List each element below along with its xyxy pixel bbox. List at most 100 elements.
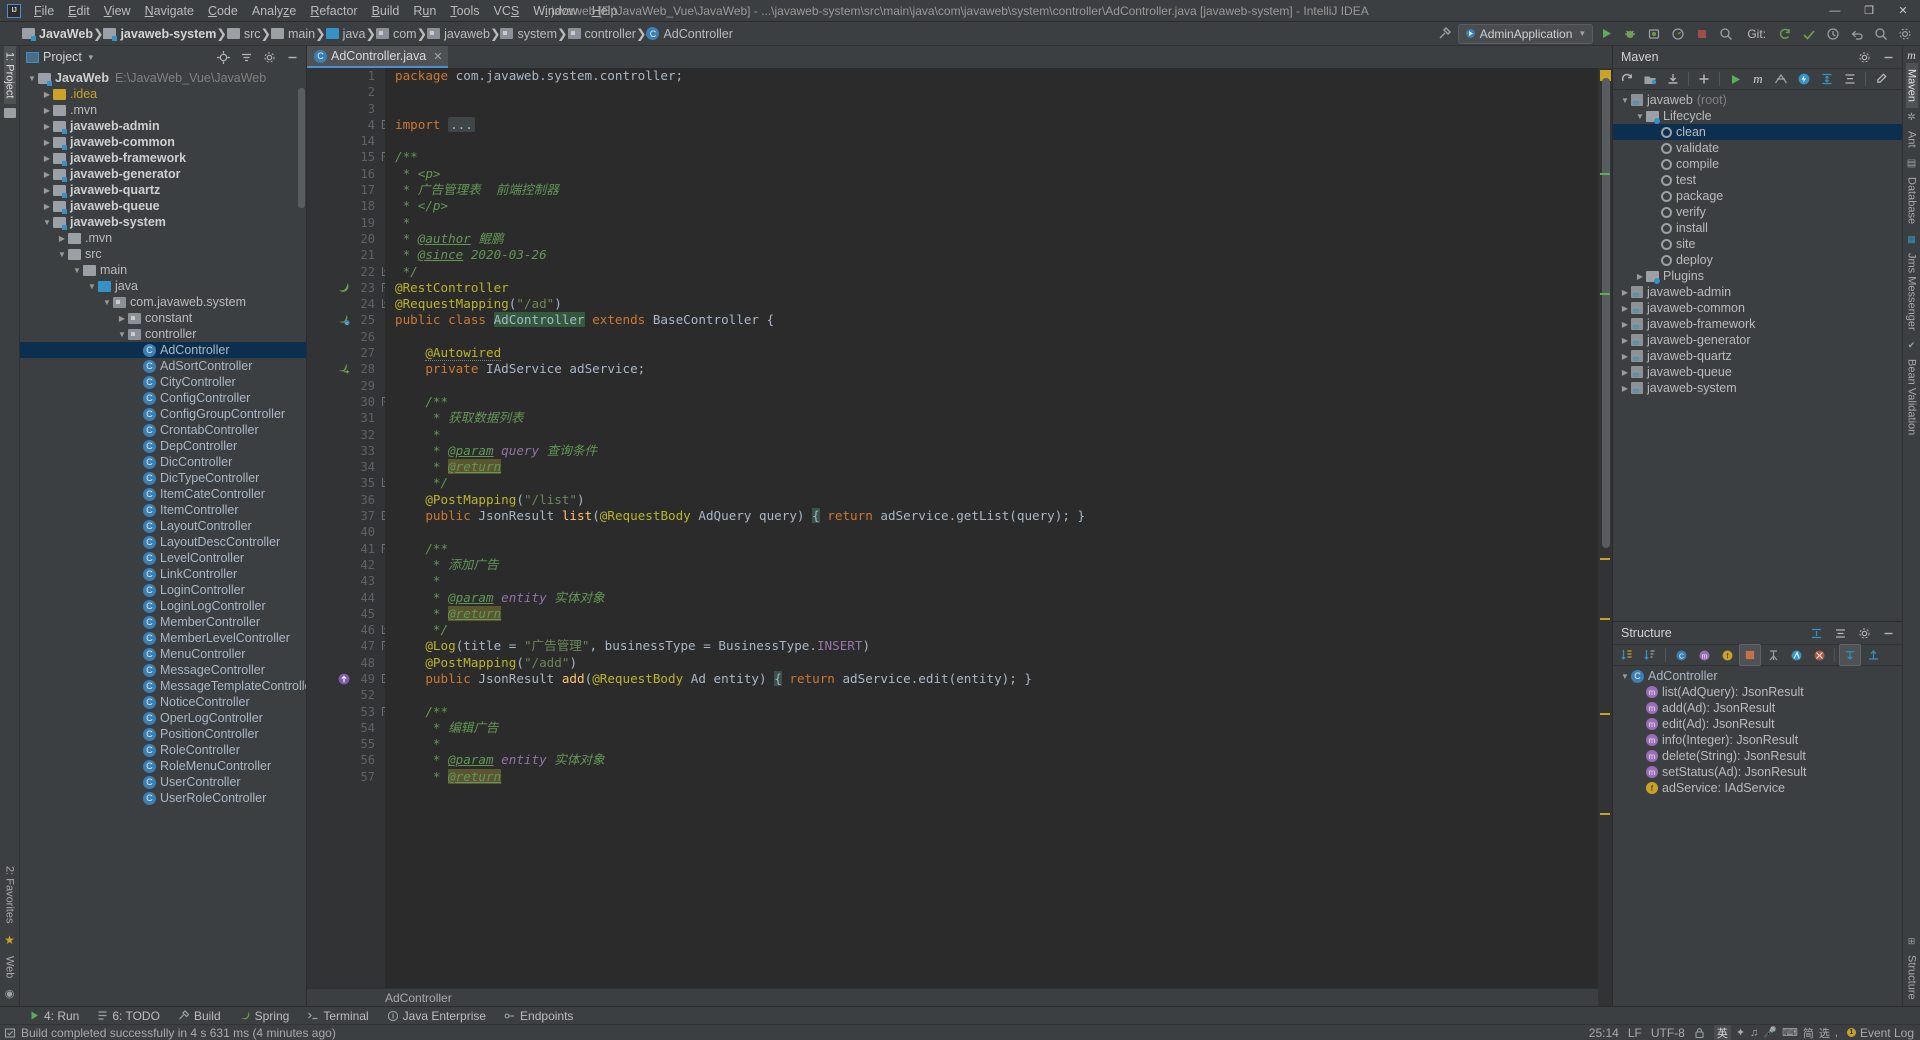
tree-node-LoginController[interactable]: C LoginController bbox=[20, 582, 306, 598]
tree-node-ItemController[interactable]: C ItemController bbox=[20, 502, 306, 518]
tree-node-MessageTemplateController[interactable]: C MessageTemplateController bbox=[20, 678, 306, 694]
structure-tree[interactable]: ▼ C AdController m list(AdQuery): JsonResult… bbox=[1613, 666, 1902, 1006]
tree-node-.mvn[interactable]: ▶ .mvn bbox=[20, 230, 306, 246]
settings-icon[interactable] bbox=[1853, 46, 1875, 68]
structure-node-edit[interactable]: m edit(Ad): JsonResult bbox=[1613, 716, 1902, 732]
tree-node-javaweb-common[interactable]: ▶ javaweb-common bbox=[20, 134, 306, 150]
chevron-right-icon[interactable]: ▶ bbox=[116, 314, 128, 323]
code-line[interactable]: * 获取数据列表 bbox=[395, 410, 1598, 426]
hide-icon[interactable] bbox=[281, 46, 303, 68]
tree-node-LinkController[interactable]: C LinkController bbox=[20, 566, 306, 582]
chevron-down-icon[interactable]: ▼ bbox=[87, 53, 95, 62]
line-number[interactable]: 37+ bbox=[307, 508, 391, 524]
line-number[interactable]: 30– bbox=[307, 394, 391, 410]
project-tree-scrollbar[interactable] bbox=[298, 88, 305, 208]
menu-help[interactable]: Help bbox=[585, 2, 625, 20]
code-line[interactable]: /** bbox=[395, 149, 1598, 165]
maven-node-Lifecycle[interactable]: ▼ Lifecycle bbox=[1613, 108, 1902, 124]
structure-node-info[interactable]: m info(Integer): JsonResult bbox=[1613, 732, 1902, 748]
search-icon[interactable] bbox=[1870, 23, 1892, 45]
generate-sources-icon[interactable] bbox=[1639, 68, 1661, 90]
chevron-down-icon[interactable]: ▼ bbox=[71, 266, 83, 275]
code-line[interactable] bbox=[395, 101, 1598, 117]
line-number[interactable]: 45 bbox=[307, 606, 385, 622]
line-number[interactable]: 19 bbox=[307, 215, 385, 231]
line-number[interactable]: 55 bbox=[307, 736, 385, 752]
tree-node-DicTypeController[interactable]: C DicTypeController bbox=[20, 470, 306, 486]
code-line[interactable]: /** bbox=[395, 541, 1598, 557]
line-number[interactable]: 36 bbox=[307, 492, 385, 508]
code-line[interactable]: * @param query 查询条件 bbox=[395, 443, 1598, 459]
settings-icon[interactable] bbox=[1853, 622, 1875, 644]
breadcrumb-JavaWeb[interactable]: JavaWeb bbox=[22, 27, 93, 41]
maven-node-javaweb-system[interactable]: ▶ javaweb-system bbox=[1613, 380, 1902, 396]
bottom-tab-spring[interactable]: Spring bbox=[230, 1009, 299, 1023]
structure-node-delete[interactable]: m delete(String): JsonResult bbox=[1613, 748, 1902, 764]
line-number[interactable]: 44 bbox=[307, 590, 385, 606]
line-number[interactable]: 26 bbox=[307, 329, 385, 345]
tree-node-RoleController[interactable]: C RoleController bbox=[20, 742, 306, 758]
line-number[interactable]: 21 bbox=[307, 247, 385, 263]
breadcrumb-javaweb[interactable]: javaweb bbox=[427, 27, 490, 41]
code-editor[interactable]: 1234+1415–16171819202122–23–24–25C262728… bbox=[307, 68, 1612, 1006]
toggle-skip-tests-icon[interactable] bbox=[1770, 68, 1792, 90]
breadcrumb-system[interactable]: system bbox=[500, 27, 557, 41]
show-fields-icon[interactable]: f bbox=[1716, 644, 1738, 666]
tree-node-javaweb-generator[interactable]: ▶ javaweb-generator bbox=[20, 166, 306, 182]
breadcrumb-AdController[interactable]: C AdController bbox=[646, 27, 733, 41]
line-number[interactable]: 31 bbox=[307, 410, 385, 426]
menu-analyze[interactable]: Analyze bbox=[245, 2, 303, 20]
structure-node-setStatus[interactable]: m setStatus(Ad): JsonResult bbox=[1613, 764, 1902, 780]
maven-node-clean[interactable]: clean bbox=[1613, 124, 1902, 140]
code-line[interactable]: * bbox=[395, 573, 1598, 589]
ime-item-6[interactable]: 选 bbox=[1819, 1025, 1830, 1040]
maven-node-package[interactable]: package bbox=[1613, 188, 1902, 204]
line-number[interactable]: 3 bbox=[307, 101, 385, 117]
line-number[interactable]: 34 bbox=[307, 459, 385, 475]
autoscroll-to-source-icon[interactable] bbox=[1839, 644, 1861, 666]
code-line[interactable]: /** bbox=[395, 704, 1598, 720]
ime-item-1[interactable]: ✦ bbox=[1736, 1026, 1745, 1039]
menu-window[interactable]: Window bbox=[526, 2, 584, 20]
run-configuration-selector[interactable]: AdminApplication ▼ bbox=[1457, 23, 1594, 44]
search-everywhere-icon[interactable] bbox=[1715, 23, 1737, 45]
maven-node-verify[interactable]: verify bbox=[1613, 204, 1902, 220]
chevron-down-icon[interactable]: ▼ bbox=[116, 330, 128, 339]
tree-node-UserController[interactable]: C UserController bbox=[20, 774, 306, 790]
tree-node-DepController[interactable]: C DepController bbox=[20, 438, 306, 454]
code-line[interactable]: * bbox=[395, 215, 1598, 231]
right-rail-item-bean-validation[interactable]: Bean Validation bbox=[1906, 353, 1918, 441]
history-icon[interactable] bbox=[1822, 23, 1844, 45]
chevron-right-icon[interactable]: ▶ bbox=[1619, 288, 1631, 297]
menu-navigate[interactable]: Navigate bbox=[138, 2, 201, 20]
show-lambdas-icon[interactable] bbox=[1785, 644, 1807, 666]
bottom-tab-endpoints[interactable]: Endpoints bbox=[495, 1009, 582, 1023]
ime-item-7[interactable]: , bbox=[1835, 1027, 1838, 1039]
maven-node-install[interactable]: install bbox=[1613, 220, 1902, 236]
sidebar-item-favorites[interactable]: 2: Favorites bbox=[4, 860, 16, 929]
chevron-right-icon[interactable]: ▶ bbox=[41, 186, 53, 195]
tree-node-CityController[interactable]: C CityController bbox=[20, 374, 306, 390]
line-number[interactable]: 48 bbox=[307, 655, 385, 671]
menu-file[interactable]: File bbox=[27, 2, 61, 20]
event-log-button[interactable]: 1 Event Log bbox=[1846, 1026, 1914, 1040]
code-line[interactable] bbox=[395, 524, 1598, 540]
chevron-right-icon[interactable]: ▶ bbox=[1619, 336, 1631, 345]
tree-node-MemberLevelController[interactable]: C MemberLevelController bbox=[20, 630, 306, 646]
line-number[interactable]: 57 bbox=[307, 769, 385, 785]
locate-icon[interactable] bbox=[212, 46, 234, 68]
tree-node-LayoutDescController[interactable]: C LayoutDescController bbox=[20, 534, 306, 550]
rollback-icon[interactable] bbox=[1846, 23, 1868, 45]
line-number[interactable]: 47– bbox=[307, 638, 391, 654]
tree-node-JavaWeb[interactable]: ▼ JavaWeb E:\JavaWeb_Vue\JavaWeb bbox=[20, 70, 306, 86]
tree-node-OperLogController[interactable]: C OperLogController bbox=[20, 710, 306, 726]
right-rail-item-structure[interactable]: Structure bbox=[1906, 949, 1918, 1006]
chevron-down-icon[interactable]: ▼ bbox=[26, 74, 38, 83]
tab-adcontroller-java[interactable]: C AdController.java ✕ bbox=[307, 46, 449, 68]
menu-build[interactable]: Build bbox=[365, 2, 407, 20]
maven-node-javaweb-common[interactable]: ▶ javaweb-common bbox=[1613, 300, 1902, 316]
line-number[interactable]: 24– bbox=[307, 296, 391, 312]
tree-node-.mvn[interactable]: ▶ .mvn bbox=[20, 102, 306, 118]
sidebar-item-web[interactable]: Web bbox=[4, 950, 16, 984]
structure-node-add[interactable]: m add(Ad): JsonResult bbox=[1613, 700, 1902, 716]
